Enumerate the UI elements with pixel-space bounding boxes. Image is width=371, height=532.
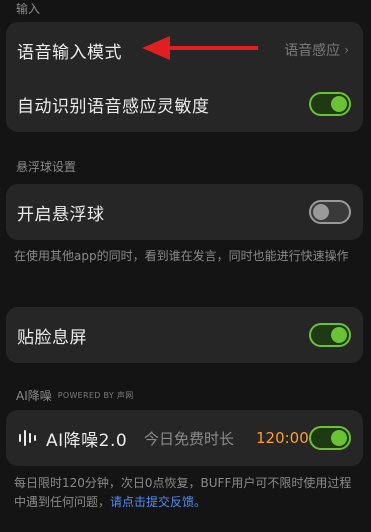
feedback-link[interactable]: 请点击提交反馈。 xyxy=(110,495,206,509)
red-arrow-icon xyxy=(142,36,258,60)
section-label-floating-ball: 悬浮球设置 xyxy=(16,160,77,174)
voice-input-mode-label: 语音输入模式 xyxy=(17,42,122,63)
floating-ball-label: 开启悬浮球 xyxy=(17,204,105,225)
face-screen-off-card: 贴脸息屏 xyxy=(6,307,363,363)
toggle-knob xyxy=(331,430,347,446)
floating-ball-toggle[interactable] xyxy=(309,200,351,224)
toggle-knob xyxy=(331,327,347,343)
face-screen-off-label: 贴脸息屏 xyxy=(17,327,87,348)
free-time-label: 今日免费时长 xyxy=(144,429,235,448)
section-label-input: 输入 xyxy=(16,2,41,16)
auto-sensitivity-row: 自动识别语音感应灵敏度 xyxy=(6,76,363,132)
voice-input-mode-value[interactable]: 语音感应 › xyxy=(284,40,349,60)
chevron-right-icon: › xyxy=(344,43,349,57)
floating-ball-row: 开启悬浮球 xyxy=(6,184,363,240)
powered-by-label: POWERED BY 声网 xyxy=(57,391,134,400)
auto-sensitivity-toggle[interactable] xyxy=(309,92,351,116)
section-label-ai-noise: AI降噪 POWERED BY 声网 xyxy=(16,387,134,404)
face-screen-off-toggle[interactable] xyxy=(309,323,351,347)
voice-input-mode-value-text: 语音感应 xyxy=(284,43,341,59)
ai-noise-row: AI降噪2.0 今日免费时长 120:00 xyxy=(6,410,363,466)
sound-wave-icon xyxy=(19,430,36,446)
ai-noise-card: AI降噪2.0 今日免费时长 120:00 xyxy=(6,410,363,466)
floating-ball-card: 开启悬浮球 xyxy=(6,184,363,240)
toggle-knob xyxy=(331,96,347,112)
ai-noise-section-title: AI降噪 xyxy=(16,389,52,403)
floating-ball-description: 在使用其他app的同时，看到谁在发言，同时也能进行快速操作 xyxy=(14,249,349,263)
free-time-value: 120:00 xyxy=(256,429,309,447)
face-screen-off-row: 贴脸息屏 xyxy=(6,307,363,363)
toggle-knob xyxy=(313,204,329,220)
ai-noise-description: 每日限时120分钟，次日0点恢复，BUFF用户可不限时使用过程中遇到任何问题，请… xyxy=(14,474,354,512)
auto-sensitivity-label: 自动识别语音感应灵敏度 xyxy=(17,96,210,117)
ai-noise-label: AI降噪2.0 xyxy=(46,430,128,451)
ai-noise-toggle[interactable] xyxy=(309,426,351,450)
